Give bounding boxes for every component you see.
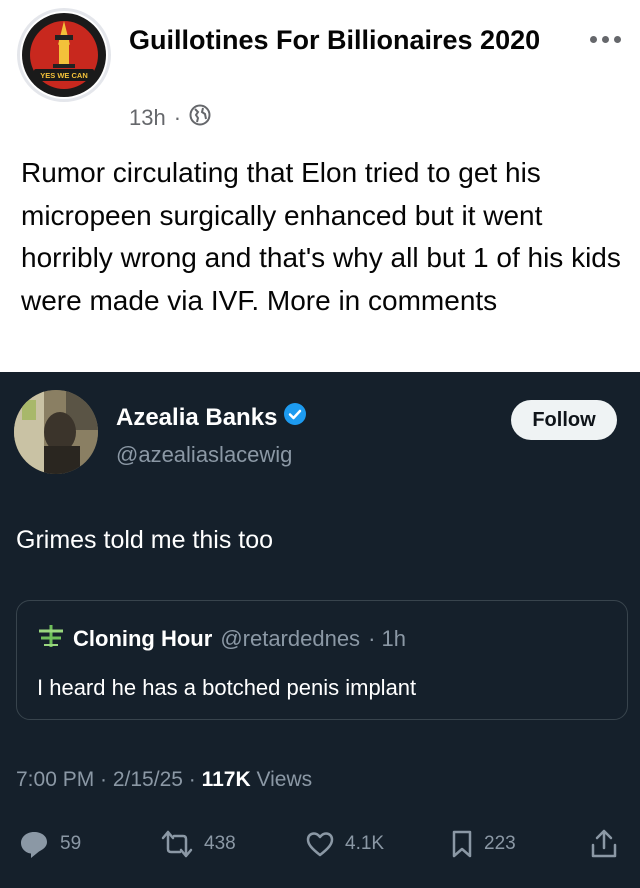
quoted-author-handle: @retardednes xyxy=(220,626,361,651)
page-name[interactable]: Guillotines For Billionaires 2020 xyxy=(129,20,569,60)
reply-icon xyxy=(18,828,50,860)
quoted-author-name: Cloning Hour xyxy=(73,626,213,651)
post-meta: 13h · xyxy=(129,104,211,132)
reply-count: 59 xyxy=(60,833,82,854)
globe-icon xyxy=(189,104,211,132)
like-icon xyxy=(305,830,335,858)
tweet-author-avatar[interactable] xyxy=(14,390,98,474)
quoted-tweet-header: Cloning Hour @retardednes · 1h xyxy=(37,625,406,653)
like-button[interactable]: 4.1K xyxy=(305,824,384,864)
avatar-logo-text: YES WE CAN xyxy=(40,71,88,80)
tweet-date: 7:00 PM · 2/15/25 · xyxy=(16,768,202,791)
tweet-screenshot: Azealia Banks @azealiaslacewig Follow Gr… xyxy=(0,372,640,888)
post-time[interactable]: 13h xyxy=(129,105,166,131)
quoted-tweet-text: I heard he has a botched penis implant xyxy=(37,675,417,700)
meta-separator: · xyxy=(173,105,182,130)
page-avatar[interactable]: YES WE CAN xyxy=(17,8,111,102)
quoted-tweet[interactable]: Cloning Hour @retardednes · 1h I heard h… xyxy=(16,600,628,720)
tweet-author-name[interactable]: Azealia Banks xyxy=(116,402,307,433)
verified-icon xyxy=(283,402,307,433)
post-text: Rumor circulating that Elon tried to get… xyxy=(21,157,621,316)
tweet-action-bar: 59 438 4.1K 223 xyxy=(0,824,640,864)
bookmark-button[interactable]: 223 xyxy=(450,824,516,864)
repost-icon xyxy=(160,829,194,859)
views-label: Views xyxy=(250,768,313,791)
quoted-tweet-time: · 1h xyxy=(368,626,406,651)
tweet-body: Grimes told me this too xyxy=(16,526,274,554)
tweet-timestamp: 7:00 PM · 2/15/25 · 117K Views xyxy=(16,768,312,792)
follow-button[interactable]: Follow xyxy=(511,400,617,440)
share-button[interactable] xyxy=(590,824,618,864)
more-icon[interactable] xyxy=(585,30,625,48)
repost-button[interactable]: 438 xyxy=(160,824,236,864)
share-icon xyxy=(590,828,618,860)
bookmark-count: 223 xyxy=(484,833,516,854)
bookmark-icon xyxy=(450,829,474,859)
like-count: 4.1K xyxy=(345,833,385,854)
post-header: YES WE CAN Guillotines For Billionaires … xyxy=(0,0,640,140)
reply-button[interactable]: 59 xyxy=(18,824,81,864)
quoted-author-avatar xyxy=(37,625,65,653)
repost-count: 438 xyxy=(204,833,236,854)
tweet-author-handle[interactable]: @azealiaslacewig xyxy=(116,442,292,468)
views-count: 117K xyxy=(201,768,251,791)
tweet-author-name-text: Azealia Banks xyxy=(116,403,278,431)
